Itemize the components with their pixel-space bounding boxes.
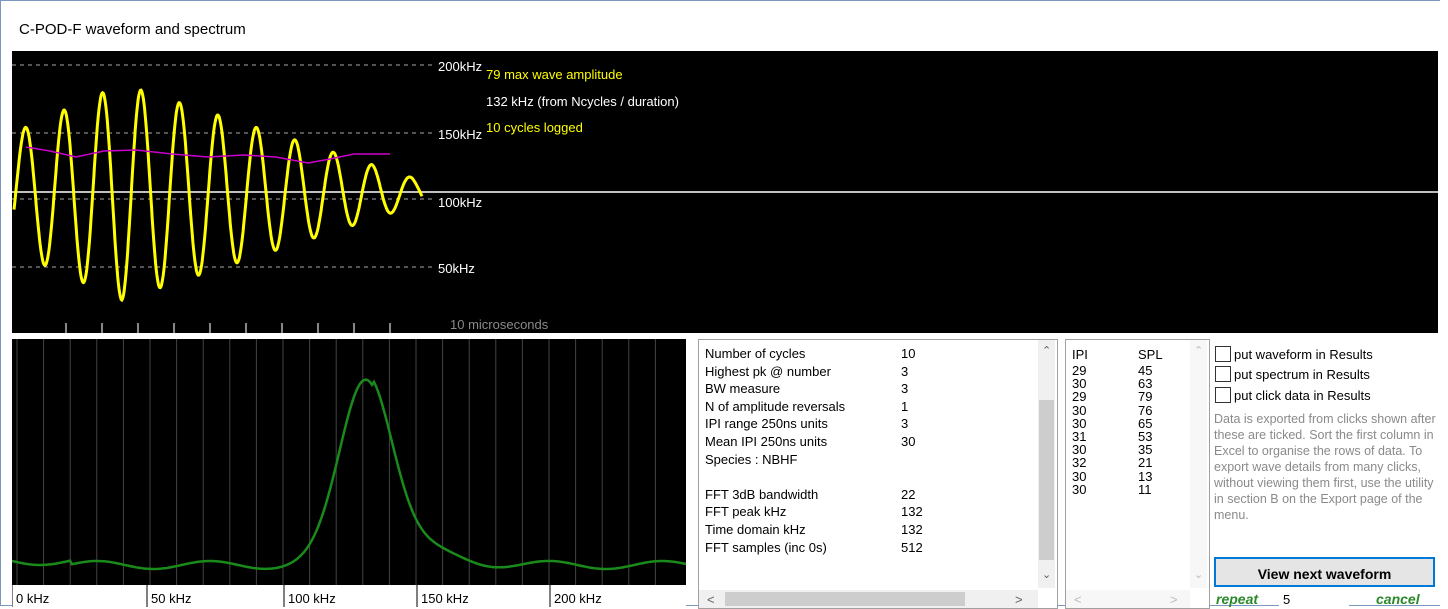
put-spectrum-checkbox[interactable]: put spectrum in Results	[1215, 365, 1370, 383]
freq-label-150: 150kHz	[438, 127, 483, 142]
ipi-vertical-scrollbar[interactable]: ⌃ ⌄	[1190, 340, 1207, 588]
stat-value: 10	[901, 346, 916, 361]
ipi-value: 31	[1072, 429, 1087, 444]
spl-column-header: SPL	[1138, 347, 1163, 362]
scroll-right-icon[interactable]: >	[1015, 592, 1023, 607]
view-next-waveform-button[interactable]: View next waveform	[1214, 557, 1435, 587]
ipi-value: 30	[1072, 402, 1087, 418]
stat-name: IPI range 250ns units	[705, 416, 828, 432]
stats-vertical-scrollbar[interactable]: ⌃ ⌄	[1038, 340, 1055, 588]
spl-value: 21	[1138, 455, 1153, 471]
stat-value: 3	[901, 416, 909, 432]
stat-value: 3	[901, 381, 909, 397]
stat-name: N of amplitude reversals	[705, 398, 846, 414]
stat-name: Mean IPI 250ns units	[705, 434, 828, 449]
scroll-down-icon[interactable]: ⌄	[1194, 568, 1203, 581]
spectrum-x-label: 0 kHz	[16, 591, 49, 606]
freq-label-50: 50kHz	[438, 261, 475, 276]
ipi-value: 30	[1072, 442, 1087, 458]
cancel-button[interactable]: cancel	[1376, 591, 1420, 607]
repeat-count-input[interactable]	[1279, 589, 1349, 609]
window-title: C-POD-F waveform and spectrum	[19, 21, 246, 38]
waveform-window: C-POD-F waveform and spectrum 200kHz 150…	[0, 0, 1448, 609]
ipi-value: 29	[1072, 389, 1087, 405]
spectrum-x-label: 50 kHz	[151, 591, 191, 606]
scroll-left-icon[interactable]: <	[1074, 592, 1082, 607]
ipi-column-header: IPI	[1072, 347, 1088, 362]
waveform-plot	[12, 64, 1438, 333]
h-scroll-thumb[interactable]	[725, 592, 965, 606]
time-scale-label: 10 microseconds	[450, 317, 549, 332]
ipi-value: 30	[1072, 415, 1087, 431]
checkbox-label: put waveform in Results	[1234, 346, 1373, 362]
put-click-data-checkbox[interactable]: put click data in Results	[1215, 386, 1371, 404]
waveform-panel: 200kHz 150kHz 100kHz 50kHz 10 microsecon…	[12, 51, 1438, 333]
ipi-horizontal-scrollbar[interactable]: < >	[1066, 590, 1190, 608]
freq-label-200: 200kHz	[438, 59, 483, 74]
repeat-label[interactable]: repeat	[1216, 591, 1258, 607]
ipi-value: 30	[1072, 481, 1087, 497]
spl-value: 35	[1138, 442, 1153, 458]
spl-value: 76	[1138, 402, 1153, 418]
spectrum-x-label: 200 kHz	[554, 591, 602, 606]
export-options: put waveform in Results put spectrum in …	[1213, 341, 1443, 609]
max-amplitude-text: 79 max wave amplitude	[486, 67, 623, 82]
ipi-value: 32	[1072, 455, 1087, 471]
checkbox-box[interactable]	[1215, 387, 1231, 403]
spl-value: 11	[1138, 481, 1152, 497]
waveform-trace	[12, 88, 424, 303]
scroll-up-icon[interactable]: ⌃	[1042, 344, 1051, 357]
spectrum-plot: 0 kHz 50 kHz 100 kHz 150 kHz 200 kHz	[12, 339, 686, 607]
stat-name: FFT 3dB bandwidth	[705, 486, 819, 502]
ipi-value: 29	[1072, 363, 1087, 378]
stat-name: BW measure	[705, 381, 781, 397]
put-waveform-checkbox[interactable]: put waveform in Results	[1215, 345, 1373, 363]
scroll-right-icon[interactable]: >	[1170, 592, 1178, 607]
ipi-value: 30	[1072, 468, 1087, 484]
spectrum-curve	[12, 378, 686, 571]
checkbox-label: put click data in Results	[1234, 387, 1371, 403]
stat-value: 132	[901, 504, 923, 520]
spl-value: 13	[1138, 468, 1153, 484]
stat-value: 1	[901, 398, 909, 414]
export-note: Data is exported from clicks shown after…	[1214, 412, 1436, 522]
scroll-left-icon[interactable]: <	[707, 592, 715, 607]
stat-value: 22	[901, 486, 916, 502]
stat-name: Time domain kHz	[705, 522, 806, 537]
spl-value: 65	[1138, 415, 1153, 431]
checkbox-box[interactable]	[1215, 366, 1231, 382]
spl-value: 45	[1138, 363, 1153, 378]
spl-value: 53	[1138, 429, 1153, 444]
spl-value: 79	[1138, 389, 1153, 405]
stat-value: 132	[901, 522, 923, 537]
scroll-down-icon[interactable]: ⌄	[1042, 568, 1051, 581]
stat-value: 30	[901, 434, 916, 449]
window-edge	[1440, 0, 1448, 606]
checkbox-box[interactable]	[1215, 346, 1231, 362]
stat-name: Number of cycles	[705, 346, 806, 361]
ipi-spl-list[interactable]: IPI SPL 29 45 30 63 29 79 30 76 30 65 31 53 30 35 32 21…	[1065, 339, 1210, 609]
scroll-thumb[interactable]	[1039, 400, 1054, 560]
checkbox-label: put spectrum in Results	[1234, 366, 1370, 382]
spectrum-x-label: 150 kHz	[421, 591, 469, 606]
scroll-up-icon[interactable]: ⌃	[1194, 344, 1203, 357]
ipi-value: 30	[1072, 376, 1087, 392]
stat-value: 512	[901, 539, 923, 555]
freq-label-100: 100kHz	[438, 195, 483, 210]
spl-value: 63	[1138, 376, 1153, 392]
stats-horizontal-scrollbar[interactable]: < >	[699, 590, 1038, 608]
click-stats-list[interactable]: Number of cycles 10 Highest pk @ number 3 BW…	[698, 339, 1058, 609]
stat-name: FFT samples (inc 0s)	[705, 539, 827, 555]
frequency-text: 132 kHz (from Ncycles / duration)	[486, 94, 679, 109]
stat-name: Highest pk @ number	[705, 363, 831, 379]
spectrum-panel: 0 kHz 50 kHz 100 kHz 150 kHz 200 kHz	[12, 339, 686, 607]
stat-name: FFT peak kHz	[705, 504, 787, 520]
stat-name: Species : NBHF	[705, 451, 798, 467]
stat-value: 3	[901, 363, 909, 379]
spectrum-x-label: 100 kHz	[288, 591, 336, 606]
cycles-logged-text: 10 cycles logged	[486, 120, 583, 135]
